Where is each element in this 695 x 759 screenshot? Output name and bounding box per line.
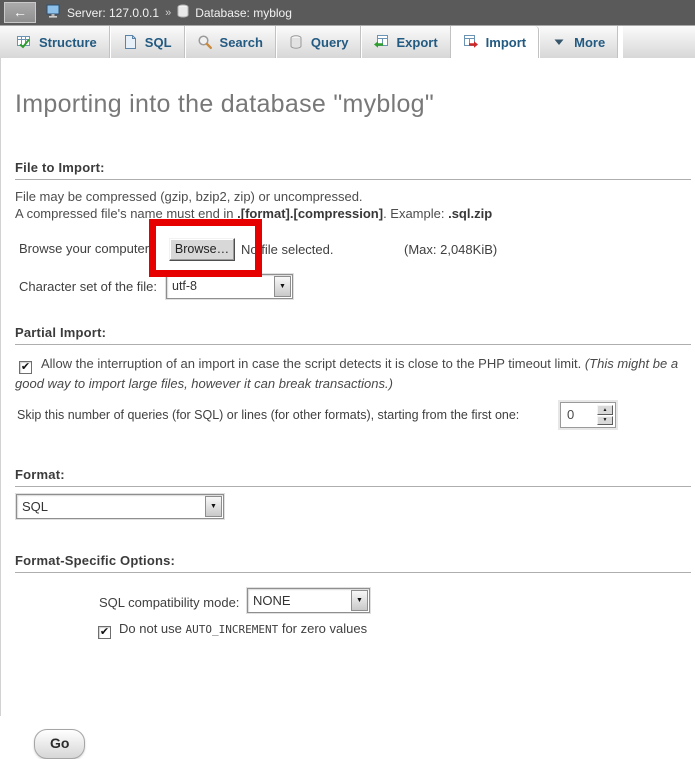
tab-bar: Structure SQL Search Query Export Import [0, 25, 695, 58]
go-button[interactable]: Go [34, 729, 85, 759]
tab-sql[interactable]: SQL [110, 26, 185, 58]
tab-label: Query [311, 35, 349, 50]
back-arrow-icon: ← [13, 4, 27, 20]
format-select[interactable]: SQL ▼ [16, 494, 224, 519]
breadcrumb-server[interactable]: Server: 127.0.0.1 [67, 6, 159, 20]
skip-queries-value: 0 [567, 403, 574, 427]
tab-label: Structure [39, 35, 97, 50]
zero-values-checkbox[interactable]: ✔ [98, 626, 111, 639]
zero-values-row: ✔ Do not use AUTO_INCREMENT for zero valu… [98, 621, 367, 639]
browse-label: Browse your computer: [19, 241, 153, 256]
sql-compat-select-value: NONE [253, 589, 291, 612]
tab-search[interactable]: Search [185, 26, 276, 58]
query-icon [288, 34, 304, 50]
import-icon [463, 34, 479, 50]
structure-icon [16, 34, 32, 50]
tab-label: More [574, 35, 605, 50]
sql-icon [122, 34, 138, 50]
check-icon: ✔ [21, 361, 30, 373]
tab-label: Search [220, 35, 263, 50]
tab-label: SQL [145, 35, 172, 50]
zero-values-text-prefix: Do not use [119, 621, 186, 636]
chevron-down-icon [551, 34, 567, 50]
dropdown-arrow-icon: ▼ [351, 590, 368, 611]
breadcrumb-separator: » [165, 7, 171, 19]
spinner-up-icon[interactable]: ▲ [597, 405, 613, 415]
sql-compat-label: SQL compatibility mode: [99, 595, 239, 610]
no-file-selected-text: No file selected. [241, 242, 334, 257]
spinner-down-icon[interactable]: ▼ [597, 416, 613, 426]
charset-label: Character set of the file: [19, 279, 157, 294]
charset-select-value: utf-8 [172, 275, 197, 298]
tab-label: Import [486, 35, 526, 50]
section-heading-partial-import: Partial Import: [15, 325, 691, 345]
browse-button[interactable]: Browse… [169, 238, 235, 261]
tab-import[interactable]: Import [451, 26, 539, 58]
spinner-buttons: ▲ ▼ [597, 405, 613, 425]
auto-increment-code: AUTO_INCREMENT [186, 623, 279, 636]
breadcrumb-bar: ← Server: 127.0.0.1 » Database: myblog [0, 0, 695, 25]
section-heading-file-to-import: File to Import: [15, 160, 691, 180]
dropdown-arrow-icon: ▼ [274, 276, 291, 297]
tab-bar-spacer [618, 26, 623, 58]
search-icon [197, 34, 213, 50]
format-select-value: SQL [22, 495, 48, 518]
tab-query[interactable]: Query [276, 26, 362, 58]
section-heading-format: Format: [15, 467, 691, 487]
tab-export[interactable]: Export [361, 26, 450, 58]
page-title: Importing into the database "myblog" [15, 90, 434, 119]
check-icon: ✔ [100, 626, 109, 638]
server-icon [46, 4, 61, 22]
skip-queries-label: Skip this number of queries (for SQL) or… [17, 408, 519, 422]
max-size-text: (Max: 2,048KiB) [404, 242, 497, 257]
filename-rule-text: A compressed file's name must end in .[f… [15, 206, 492, 221]
back-button[interactable]: ← [4, 2, 36, 23]
export-icon [373, 34, 389, 50]
allow-interrupt-text: Allow the interruption of an import in c… [41, 356, 585, 371]
tab-more[interactable]: More [539, 26, 618, 58]
sql-compat-select[interactable]: NONE ▼ [247, 588, 370, 613]
breadcrumb-database[interactable]: Database: myblog [195, 6, 292, 20]
breadcrumb: Server: 127.0.0.1 » Database: myblog [46, 4, 292, 22]
section-heading-format-options: Format-Specific Options: [15, 553, 691, 573]
tab-label: Export [396, 35, 437, 50]
skip-queries-input[interactable]: 0 ▲ ▼ [560, 402, 616, 428]
zero-values-text-suffix: for zero values [278, 621, 367, 636]
main-content: Importing into the database "myblog" Fil… [0, 58, 695, 716]
compression-info-text: File may be compressed (gzip, bzip2, zip… [15, 189, 363, 204]
dropdown-arrow-icon: ▼ [205, 496, 222, 517]
tab-structure[interactable]: Structure [4, 26, 110, 58]
allow-interrupt-checkbox[interactable]: ✔ [19, 361, 32, 374]
charset-select[interactable]: utf-8 ▼ [166, 274, 293, 299]
database-icon [177, 4, 189, 21]
allow-interrupt-row: ✔ Allow the interruption of an import in … [15, 354, 681, 393]
